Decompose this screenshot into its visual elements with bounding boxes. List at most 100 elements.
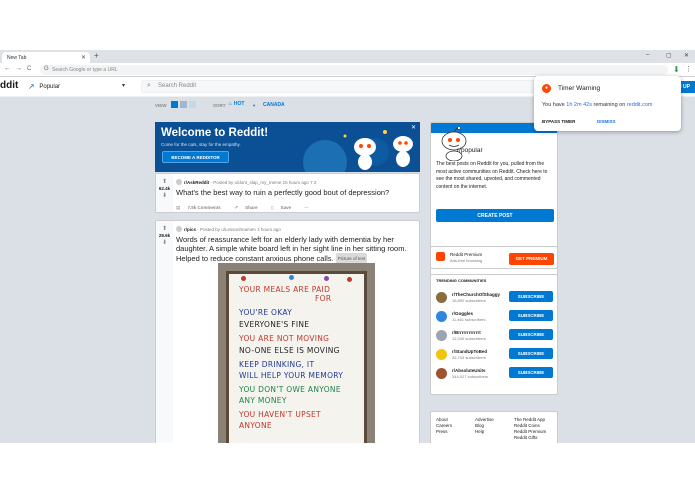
classic-view-icon[interactable]: [180, 101, 187, 108]
whiteboard-line: YOU HAVEN'T UPSET: [239, 410, 321, 419]
post-author-time: · Posted by u/Lessonhnamen 3 hours ago: [197, 227, 281, 232]
card-view-icon[interactable]: [171, 101, 178, 108]
become-redditor-button[interactable]: BECOME A REDDITOR: [162, 151, 229, 163]
trending-communities-card: TRENDING COMMUNITIES r/TheChurchOfShaggy…: [430, 274, 558, 395]
upvote-icon[interactable]: ⬆: [156, 178, 173, 185]
subscribe-button[interactable]: SUBSCRIBE: [509, 329, 553, 340]
back-button[interactable]: ←: [4, 65, 11, 72]
forward-button[interactable]: →: [15, 65, 22, 72]
magnet: [347, 277, 352, 282]
window-close-button[interactable]: ✕: [684, 52, 689, 59]
view-label: VIEW: [155, 103, 167, 108]
whiteboard-line: ANYONE: [239, 421, 272, 430]
upvote-icon[interactable]: ⬆: [156, 225, 173, 232]
create-post-button[interactable]: CREATE POST: [436, 209, 554, 222]
share-button[interactable]: ↗ Share: [234, 205, 264, 210]
new-tab-button[interactable]: +: [94, 51, 99, 60]
community-name: r/popular: [457, 147, 483, 154]
footer-link[interactable]: Reddit Gifts: [514, 435, 546, 441]
community-link[interactable]: r/AbsoluteUnits: [452, 368, 486, 373]
post-card[interactable]: ⬆ 62.4k ⬇ r/AskReddit · Posted by u/dont…: [155, 173, 420, 213]
compact-view-icon[interactable]: [189, 101, 196, 108]
share-icon: ↗: [234, 205, 238, 210]
subscriber-count: 16,892 subscribers: [452, 298, 486, 303]
post-title[interactable]: What's the best way to ruin a perfectly …: [176, 188, 416, 197]
sort-hot-button[interactable]: ♨ HOT: [228, 101, 244, 107]
banner-close-icon[interactable]: ✕: [411, 124, 416, 131]
subscribe-button[interactable]: SUBSCRIBE: [509, 367, 553, 378]
downvote-icon[interactable]: ⬇: [156, 239, 173, 246]
trending-icon: ↗: [28, 82, 35, 91]
time-remaining: 1h 2m 42s: [566, 102, 592, 108]
vote-column: ⬆ 28.6k ⬇: [156, 221, 173, 443]
subscribe-button[interactable]: SUBSCRIBE: [509, 348, 553, 359]
search-placeholder: Search Reddit: [158, 83, 197, 89]
list-item: r/StandUpToBed 26,703 subscribers SUBSCR…: [436, 347, 554, 365]
subscriber-count: 11,461 subscribers: [452, 317, 486, 322]
community-avatar: [436, 292, 447, 303]
post-meta: r/pics · Posted by u/Lessonhnamen 3 hour…: [176, 226, 281, 232]
footer-links-card: About Careers Press Advertise Blog Help …: [430, 411, 558, 443]
search-input[interactable]: ⌕ Search Reddit: [141, 80, 536, 93]
reload-button[interactable]: C: [27, 66, 31, 72]
subscribe-button[interactable]: SUBSCRIBE: [509, 291, 553, 302]
subreddit-link[interactable]: r/pics: [184, 227, 196, 232]
community-link[interactable]: r/Goggles: [452, 311, 473, 316]
location-caret-icon[interactable]: ▾: [253, 103, 255, 109]
flame-icon: ♨: [228, 101, 233, 107]
more-options-button[interactable]: ···: [304, 205, 309, 210]
subscribe-button[interactable]: SUBSCRIBE: [509, 310, 553, 321]
location-dropdown[interactable]: CANADA: [263, 102, 285, 108]
popup-msg-mid: remaining on: [593, 102, 626, 108]
chevron-down-icon[interactable]: ▾: [122, 82, 125, 89]
community-avatar: [436, 330, 447, 341]
post-title[interactable]: Words of reassurance left for an elderly…: [176, 235, 416, 264]
omnibox[interactable]: G Search Google or type a URL: [40, 65, 668, 75]
feed-selector[interactable]: ↗ Popular: [28, 82, 60, 91]
omnibox-placeholder: Search Google or type a URL: [52, 67, 118, 73]
minimize-button[interactable]: –: [646, 52, 649, 58]
list-item: r/TheChurchOfShaggy 16,892 subscribers S…: [436, 290, 554, 308]
community-avatar: [436, 311, 447, 322]
dismiss-button[interactable]: DISMISS: [597, 119, 616, 124]
whiteboard: YOUR MEALS ARE PAID FOR YOU'RE OKAY EVERYON…: [226, 271, 367, 443]
maximize-button[interactable]: ▢: [666, 52, 672, 59]
magnet: [324, 276, 329, 281]
post-image[interactable]: YOUR MEALS ARE PAID FOR YOU'RE OKAY EVERYON…: [218, 263, 375, 443]
footer-link[interactable]: Help: [475, 429, 494, 435]
whiteboard-line: FOR: [315, 294, 332, 303]
bypass-timer-button[interactable]: BYPASS TIMER: [542, 119, 575, 124]
downvote-icon[interactable]: ⬇: [156, 192, 173, 199]
whiteboard-line: EVERYONE'S FINE: [239, 320, 310, 329]
extension-icon[interactable]: ⬇: [673, 65, 680, 74]
subreddit-icon: [176, 226, 182, 232]
community-link[interactable]: r/Brrrrrrrrrrrrt: [452, 330, 481, 335]
community-avatar: [436, 368, 447, 379]
community-link[interactable]: r/TheChurchOfShaggy: [452, 292, 500, 297]
sort-hot-label: HOT: [233, 101, 245, 107]
tab-new-tab[interactable]: New Tab ✕: [2, 52, 90, 63]
reddit-logo[interactable]: ddit: [0, 80, 18, 91]
whiteboard-line: KEEP DRINKING, IT: [239, 360, 315, 369]
comments-button[interactable]: ▤ 7.5k Comments: [176, 205, 227, 210]
comments-label: 7.5k Comments: [187, 205, 221, 210]
banner-subtitle: Come for the cats, stay for the empathy.: [161, 142, 241, 147]
banner-title: Welcome to Reddit!: [161, 127, 269, 139]
tab-title: New Tab: [7, 55, 27, 61]
reddit-alien-icon: ●: [542, 84, 551, 93]
footer-column-2: Advertise Blog Help: [475, 417, 494, 435]
subreddit-link[interactable]: r/AskReddit: [184, 180, 209, 185]
post-author-time: · Posted by u/dont_slap_my_meme 15 hours…: [210, 180, 309, 185]
get-premium-button[interactable]: GET PREMIUM: [509, 253, 554, 265]
premium-card: Reddit Premium Ads-free browsing GET PRE…: [430, 246, 558, 269]
footer-link[interactable]: Press: [436, 429, 452, 435]
tab-close-icon[interactable]: ✕: [81, 54, 86, 61]
browser-window: New Tab ✕ + – ▢ ✕ ← → C G Search Google …: [0, 50, 695, 443]
google-g-icon: G: [44, 66, 49, 72]
save-button[interactable]: ▯ Save: [271, 205, 297, 210]
browser-menu-icon[interactable]: ⋮: [685, 65, 692, 73]
whiteboard-line: NO-ONE ELSE IS MOVING: [239, 346, 340, 355]
post-meta: r/AskReddit · Posted by u/dont_slap_my_m…: [176, 179, 316, 185]
community-link[interactable]: r/StandUpToBed: [452, 349, 487, 354]
bookmark-icon: ▯: [270, 205, 274, 210]
